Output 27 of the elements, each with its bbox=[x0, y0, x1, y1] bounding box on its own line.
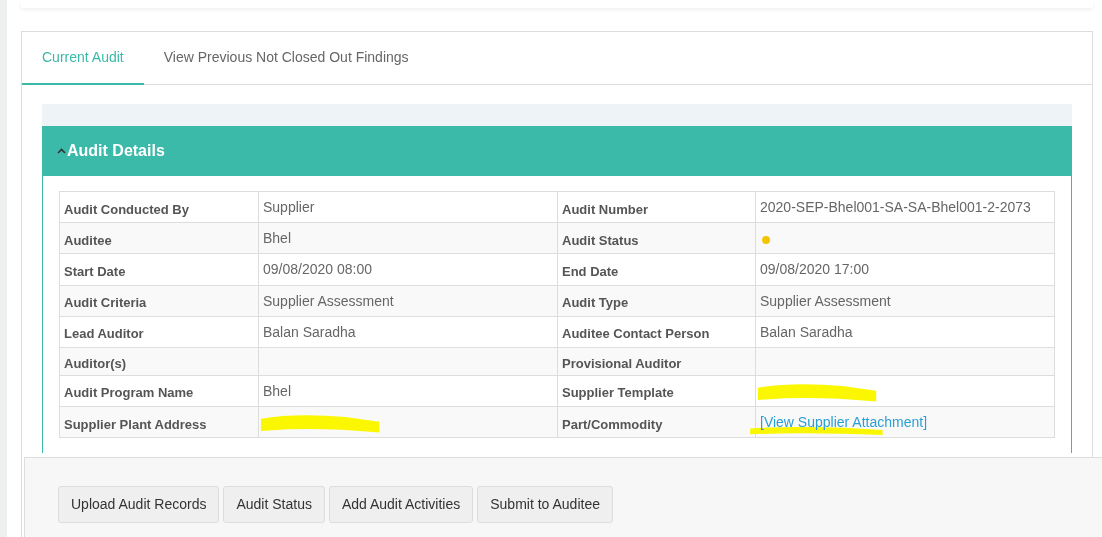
field-label: Auditee Contact Person bbox=[558, 316, 756, 348]
field-label: Provisional Auditor bbox=[558, 347, 756, 376]
action-button[interactable]: Audit Status bbox=[223, 486, 325, 523]
field-value: Supplier Assessment bbox=[263, 291, 394, 310]
field-value: Supplier bbox=[263, 198, 315, 217]
field-label: Audit Criteria bbox=[60, 285, 259, 317]
action-button[interactable]: Upload Audit Records bbox=[58, 486, 220, 523]
field-value: Balan Saradha bbox=[263, 322, 356, 341]
tab[interactable]: View Previous Not Closed Out Findings bbox=[143, 32, 429, 85]
field-label: Auditee bbox=[60, 223, 259, 255]
field-label: End Date bbox=[558, 254, 756, 286]
field-value: Bhel bbox=[263, 229, 292, 248]
field-label: Audit Status bbox=[558, 223, 756, 255]
field-label: Auditor(s) bbox=[60, 347, 259, 376]
field-label: Lead Auditor bbox=[60, 316, 259, 348]
field-value: Balan Saradha bbox=[760, 322, 853, 341]
field-label: Audit Type bbox=[558, 285, 756, 317]
field-label: Part/Commodity bbox=[558, 407, 756, 439]
field-label: Start Date bbox=[60, 254, 259, 286]
field-value: 09/08/2020 17:00 bbox=[760, 260, 869, 279]
field-value: 09/08/2020 08:00 bbox=[263, 260, 372, 279]
field-value: Bhel bbox=[263, 381, 292, 400]
field-value: 2020-SEP-Bhel001-SA-SA-Bhel001-2-2073 bbox=[760, 198, 1031, 217]
action-button[interactable]: Submit to Auditee bbox=[477, 486, 613, 523]
field-label: Supplier Plant Address bbox=[60, 407, 259, 439]
field-value: Supplier Assessment bbox=[760, 291, 891, 310]
action-button[interactable]: Add Audit Activities bbox=[328, 486, 474, 523]
